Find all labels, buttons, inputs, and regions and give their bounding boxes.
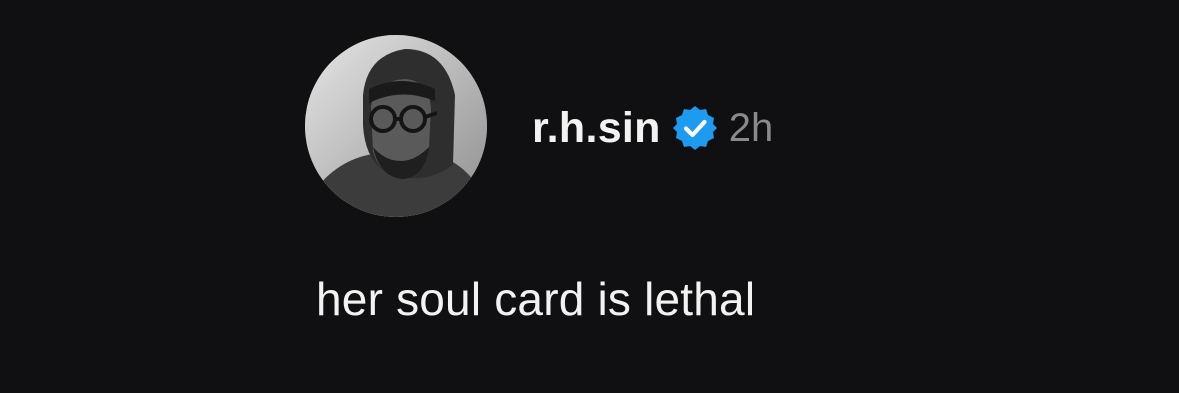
post-header: r.h.sin 2h (532, 100, 773, 156)
post-card: r.h.sin 2h her soul card is lethal (0, 0, 1179, 393)
post-body-text: her soul card is lethal (316, 273, 756, 325)
avatar-photo (305, 35, 487, 217)
username-link[interactable]: r.h.sin (532, 104, 661, 153)
avatar[interactable] (305, 35, 487, 217)
verified-badge-icon (671, 104, 719, 152)
post-timestamp: 2h (728, 105, 774, 150)
